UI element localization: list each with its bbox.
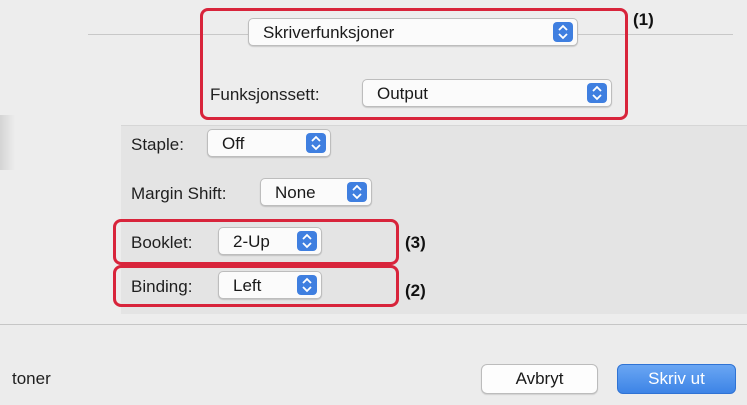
callout-box-3	[113, 219, 399, 265]
margin-shift-label: Margin Shift:	[131, 184, 227, 203]
chevron-updown-icon	[347, 182, 367, 202]
callout-box-1	[200, 8, 628, 120]
callout-number-1: (1)	[633, 10, 654, 29]
callout-number-2: (2)	[405, 281, 426, 300]
callout-box-2	[113, 265, 399, 307]
footer-text: toner	[12, 369, 51, 388]
print-button[interactable]: Skriv ut	[617, 364, 736, 394]
dialog-edge-shadow	[0, 115, 15, 170]
staple-label: Staple:	[131, 135, 184, 154]
callout-number-3: (3)	[405, 233, 426, 252]
margin-shift-popup[interactable]: None	[260, 178, 372, 206]
chevron-updown-icon	[306, 133, 326, 153]
margin-shift-value: None	[275, 183, 316, 202]
staple-value: Off	[222, 134, 245, 153]
cancel-button[interactable]: Avbryt	[481, 364, 598, 394]
staple-popup[interactable]: Off	[207, 129, 331, 157]
